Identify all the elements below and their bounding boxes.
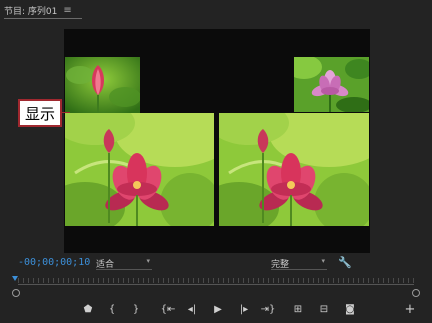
program-monitor-viewer[interactable] — [64, 29, 370, 253]
resolution-dropdown[interactable]: 完整 ▾ — [271, 257, 327, 270]
ruler-ticks — [18, 278, 414, 283]
play-icon[interactable]: ▶ — [210, 302, 226, 316]
clip-lotus-left — [65, 113, 214, 226]
annotation-leader-line — [62, 112, 70, 113]
clip-lotus-right — [219, 113, 369, 226]
overwrite-icon[interactable]: ⊟ — [316, 302, 332, 316]
zoom-dropdown[interactable]: 适合 ▾ — [96, 257, 152, 270]
wrench-icon[interactable]: 🔧 — [338, 256, 352, 269]
zoom-handle-right[interactable] — [412, 289, 420, 297]
step-forward-icon[interactable]: |▸ — [236, 302, 252, 316]
clip-lotus-thumbnail — [294, 57, 369, 112]
panel-tab[interactable]: 节目: 序列01 ≡ — [4, 2, 72, 18]
add-button-icon[interactable]: + — [402, 302, 418, 317]
playhead-timecode[interactable]: -00;00;00;10 — [18, 257, 90, 268]
add-marker-icon[interactable]: ⬟ — [80, 302, 96, 316]
zoom-value: 适合 — [96, 260, 115, 270]
chevron-down-icon: ▾ — [146, 257, 150, 265]
status-row: -00;00;00;10 适合 ▾ 完整 ▾ 🔧 — [0, 256, 432, 272]
zoom-handle-left[interactable] — [12, 289, 20, 297]
insert-icon[interactable]: ⊞ — [290, 302, 306, 316]
step-back-icon[interactable]: ◂| — [184, 302, 200, 316]
annotation-label: 显示 — [18, 99, 62, 127]
mark-out-icon[interactable]: } — [128, 302, 144, 316]
mark-in-icon[interactable]: { — [104, 302, 120, 316]
panel-menu-icon[interactable]: ≡ — [63, 5, 71, 16]
panel-title: 节目: 序列01 — [4, 6, 58, 17]
chevron-down-icon: ▾ — [321, 257, 325, 265]
playhead-marker[interactable] — [12, 276, 18, 281]
clip-bud-thumbnail — [65, 57, 140, 113]
time-ruler[interactable] — [12, 276, 420, 297]
go-to-in-icon[interactable]: {⇤ — [160, 302, 176, 316]
tab-underline — [4, 18, 82, 19]
go-to-out-icon[interactable]: ⇥} — [260, 302, 276, 316]
resolution-value: 完整 — [271, 260, 290, 270]
export-frame-icon[interactable]: ◙ — [342, 302, 358, 316]
ruler-track — [18, 284, 414, 285]
transport-controls: ⬟ { } {⇤ ◂| ▶ |▸ ⇥} ⊞ ⊟ ◙ + — [0, 302, 432, 318]
